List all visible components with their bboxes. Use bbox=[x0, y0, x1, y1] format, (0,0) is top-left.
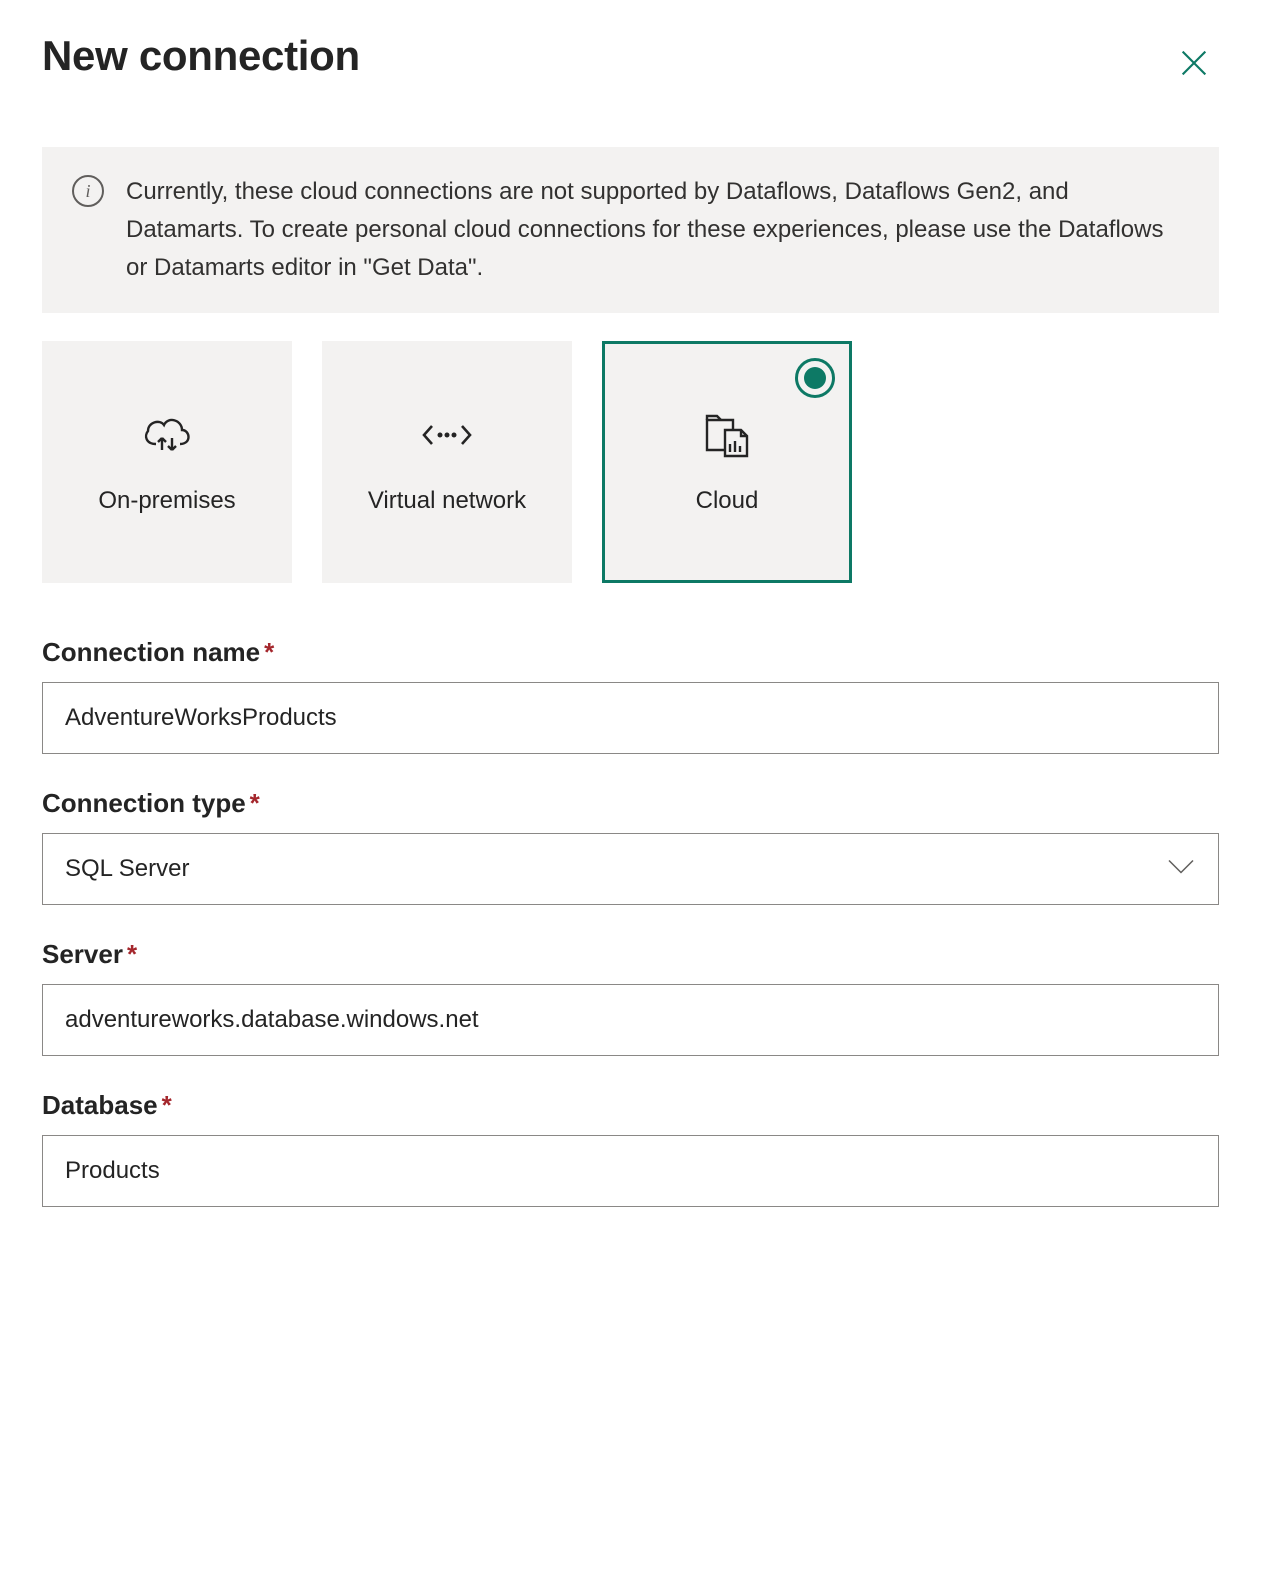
info-banner-text: Currently, these cloud connections are n… bbox=[126, 173, 1189, 287]
info-icon: i bbox=[72, 175, 104, 207]
cloud-sync-icon bbox=[138, 405, 196, 465]
tile-label: Virtual network bbox=[368, 483, 526, 519]
cloud-file-icon bbox=[697, 405, 757, 465]
close-button[interactable] bbox=[1169, 38, 1219, 91]
tile-label: Cloud bbox=[696, 483, 759, 519]
connection-name-input[interactable] bbox=[42, 682, 1219, 754]
database-input[interactable] bbox=[42, 1135, 1219, 1207]
info-banner: i Currently, these cloud connections are… bbox=[42, 147, 1219, 313]
connection-type-label: Connection type* bbox=[42, 788, 1219, 819]
close-icon bbox=[1177, 68, 1211, 83]
connection-type-tiles: On-premises Virtual network Cloud bbox=[42, 341, 1219, 583]
required-asterisk: * bbox=[250, 788, 260, 818]
tile-virtual-network[interactable]: Virtual network bbox=[322, 341, 572, 583]
connection-name-label: Connection name* bbox=[42, 637, 1219, 668]
network-icon bbox=[418, 405, 476, 465]
server-label: Server* bbox=[42, 939, 1219, 970]
database-label: Database* bbox=[42, 1090, 1219, 1121]
tile-cloud[interactable]: Cloud bbox=[602, 341, 852, 583]
connection-type-select[interactable]: SQL Server bbox=[42, 833, 1219, 905]
tile-label: On-premises bbox=[98, 483, 235, 519]
required-asterisk: * bbox=[162, 1090, 172, 1120]
connection-type-value: SQL Server bbox=[65, 855, 190, 883]
required-asterisk: * bbox=[127, 939, 137, 969]
page-title: New connection bbox=[42, 32, 360, 80]
server-input[interactable] bbox=[42, 984, 1219, 1056]
required-asterisk: * bbox=[264, 637, 274, 667]
selected-indicator-icon bbox=[795, 358, 835, 398]
tile-on-premises[interactable]: On-premises bbox=[42, 341, 292, 583]
